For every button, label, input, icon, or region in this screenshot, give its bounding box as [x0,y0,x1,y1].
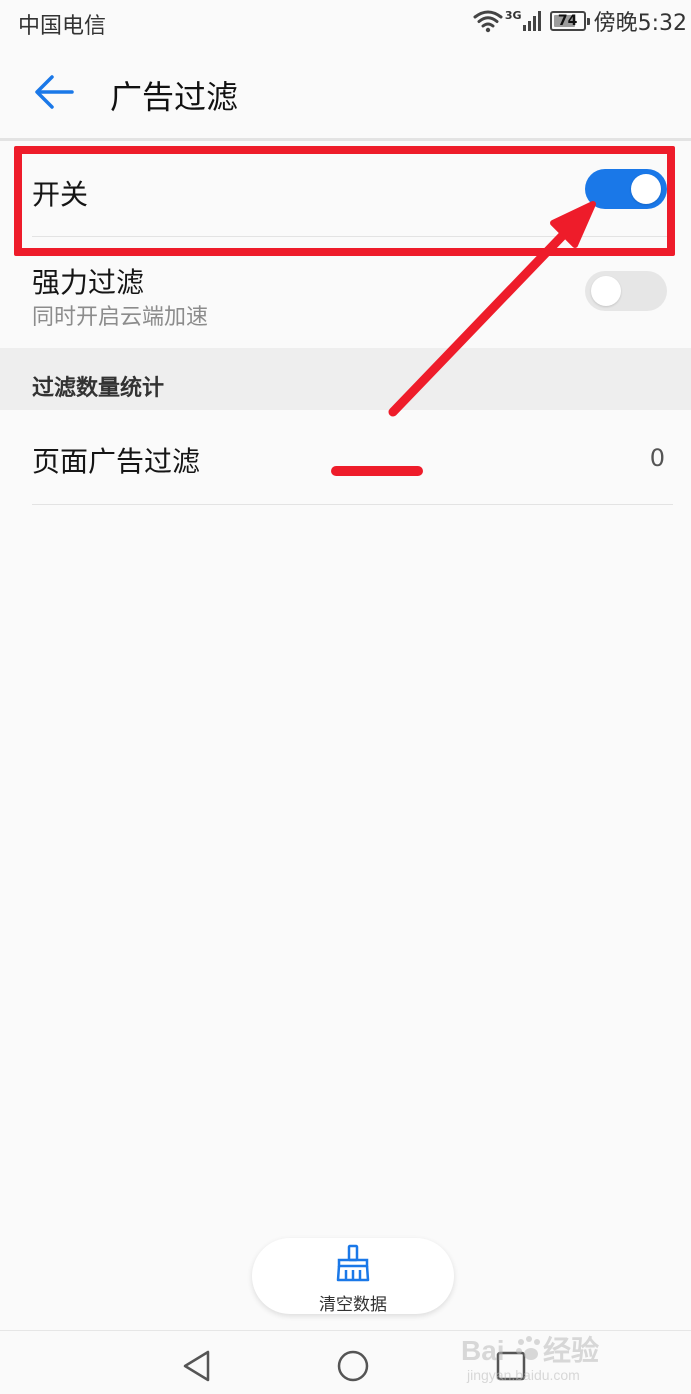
arrow-left-icon [35,75,74,109]
strong-filter-toggle[interactable] [585,271,667,311]
network-type: 3G [504,8,522,22]
home-circle-icon [337,1350,369,1382]
stats-label: 页面广告过滤 [32,445,201,478]
section-header-stats: 过滤数量统计 [0,348,691,410]
svg-text:Bai: Bai [461,1335,505,1366]
battery-level: 74 [557,13,578,29]
nav-home-button[interactable] [336,1349,370,1383]
signal-icon [522,11,541,31]
stats-count: 0 [649,444,665,472]
back-triangle-icon [183,1350,210,1382]
setting-row-switch[interactable]: 开关 [0,141,691,237]
app-header: 广告过滤 [0,44,691,140]
clear-data-label: 清空数据 [319,1295,387,1315]
setting-title: 开关 [32,178,89,211]
nav-back-button[interactable] [180,1349,214,1383]
section-label: 过滤数量统计 [32,376,165,401]
battery-icon: 74 [549,11,590,31]
master-switch-toggle[interactable] [585,169,667,209]
toggle-knob [631,174,661,204]
svg-text:经验: 经验 [543,1334,599,1366]
setting-title: 强力过滤 [32,266,145,299]
baidu-jingyan-watermark-logo: Bai 经验 jingyan.baidu.com [461,1334,599,1383]
clear-data-button[interactable]: 清空数据 [252,1238,454,1315]
back-button[interactable] [28,66,80,118]
toggle-knob [591,276,621,306]
wifi-icon [473,10,503,33]
carrier-name: 中国电信 [18,14,107,39]
broom-icon [336,1244,370,1282]
row-divider [32,504,673,505]
setting-row-strong-filter[interactable]: 强力过滤 同时开启云端加速 [0,237,691,348]
status-bar: 中国电信 3G 74 傍晚5:32 [0,0,691,44]
stats-row-page-ad-filter: 页面广告过滤 0 [0,410,691,506]
setting-subtitle: 同时开启云端加速 [32,305,209,330]
status-icons: 3G 74 傍晚5:32 [473,6,687,36]
svg-text:jingyan.baidu.com: jingyan.baidu.com [466,1367,580,1383]
page-title: 广告过滤 [110,78,239,116]
clock: 傍晚5:32 [593,11,687,36]
